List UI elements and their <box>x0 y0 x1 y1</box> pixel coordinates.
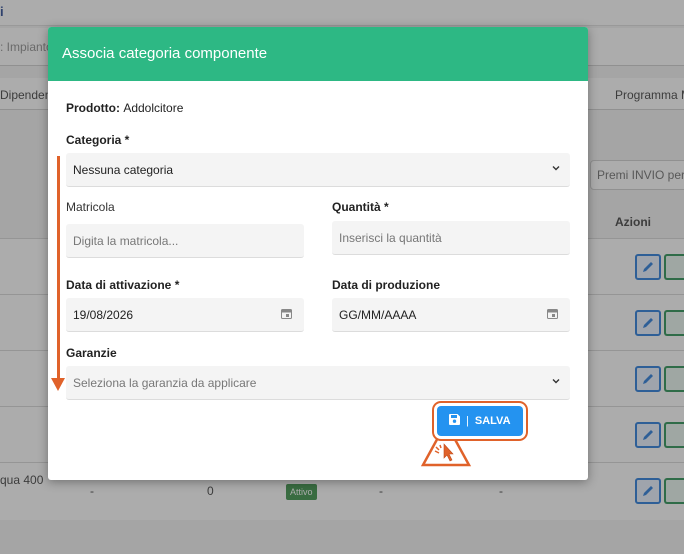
category-select-value: Nessuna categoria <box>73 163 174 177</box>
category-label: Categoria * <box>66 133 130 147</box>
warranty-label: Garanzie <box>66 346 117 360</box>
warranty-select[interactable]: Seleziona la garanzia da applicare <box>66 366 570 400</box>
chevron-down-icon <box>552 166 560 171</box>
quantity-input[interactable]: Inserisci la quantità <box>332 221 570 255</box>
production-date-placeholder: GG/MM/AAAA <box>339 308 417 322</box>
warranty-select-placeholder: Seleziona la garanzia da applicare <box>73 376 257 390</box>
modal-title: Associa categoria componente <box>62 45 268 62</box>
activation-date-input[interactable]: 19/08/2026 <box>66 298 304 332</box>
annotation-arrow-head <box>51 378 65 391</box>
production-date-input[interactable]: GG/MM/AAAA <box>332 298 570 332</box>
save-button-label: SALVA <box>474 415 511 427</box>
calendar-icon[interactable] <box>547 308 558 319</box>
quantity-label: Quantità * <box>332 200 389 214</box>
product-label: Prodotto: Addolcitore <box>66 101 183 115</box>
annotation-arrow-line <box>57 156 60 381</box>
product-label-key: Prodotto: <box>66 101 120 115</box>
calendar-icon[interactable] <box>281 308 292 319</box>
chevron-down-icon <box>552 379 560 384</box>
modal-header: Associa categoria componente <box>48 27 588 81</box>
category-select[interactable]: Nessuna categoria <box>66 153 570 187</box>
serial-input[interactable]: Digita la matricola... <box>66 224 304 258</box>
serial-label: Matricola <box>66 200 115 214</box>
production-date-label: Data di produzione <box>332 278 440 292</box>
floppy-disk-icon <box>449 414 460 425</box>
product-value: Addolcitore <box>123 101 184 115</box>
activation-date-value: 19/08/2026 <box>73 308 134 322</box>
save-button[interactable]: | SALVA <box>437 406 523 436</box>
activation-date-label: Data di attivazione * <box>66 278 180 292</box>
save-separator: | <box>466 415 469 427</box>
